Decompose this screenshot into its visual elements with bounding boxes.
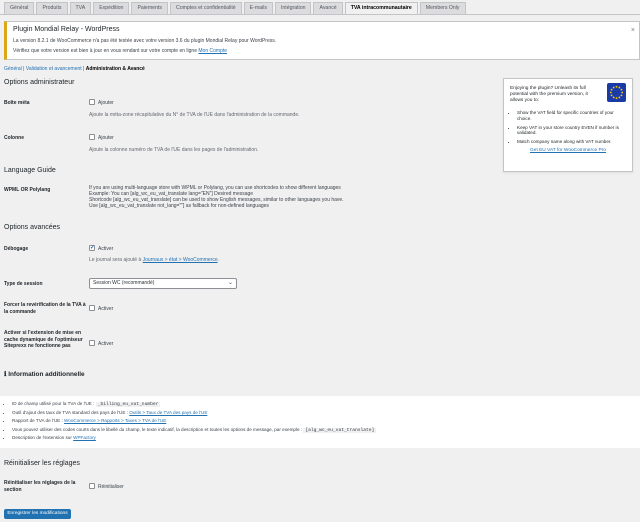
cache-option: Activer (98, 341, 114, 347)
tab-paiements[interactable]: Paiements (131, 2, 168, 14)
notice-line1: La version 8.2.1 de WooCommerce n'a pas … (13, 38, 277, 44)
forcer-label: Forcer la revérification de la TVA à la … (4, 302, 86, 315)
colonne-desc: Ajoute la colonne numéro de TVA de l'UE … (89, 147, 259, 153)
admin-options-title: Options administrateur (4, 79, 75, 86)
cache-checkbox[interactable] (89, 340, 95, 346)
wpml-text: If you are using multi-language store wi… (89, 185, 344, 209)
tab-e-mails[interactable]: E-mails (243, 2, 273, 14)
boite-meta-desc: Ajoute la méta-zone récapitulative du N°… (89, 112, 300, 118)
premium-sidebar: Enjoying the plugin? Unleash its full po… (503, 78, 633, 172)
eu-flag-icon (607, 83, 626, 102)
mon-compte-link[interactable]: Mon Compte (198, 48, 227, 54)
colonne-option: Ajouter (98, 135, 114, 141)
forcer-option: Activer (98, 306, 114, 312)
info-box: ID de champ utilisé pour la TVA de l'UE … (0, 396, 640, 448)
list-item: Description de l'extension sur WPFactory (12, 434, 376, 443)
language-guide-title: Language Guide (4, 167, 56, 174)
wpml-label: WPML OR Polylang (4, 187, 51, 193)
plugin-notice: Plugin Mondial Relay - WordPress La vers… (4, 21, 640, 60)
reset-checkbox[interactable] (89, 483, 95, 489)
tab-comptes-et-confidentialit-[interactable]: Comptes et confidentialité (169, 2, 242, 14)
tab-produits[interactable]: Produits (36, 2, 68, 14)
premium-intro: Enjoying the plugin? Unleash its full po… (510, 86, 588, 103)
chevron-down-icon: ⌄ (227, 280, 233, 286)
subnav-validation[interactable]: Validation et avancement (26, 66, 82, 72)
tabs-divider (0, 14, 640, 15)
debogage-option: Activer (98, 246, 114, 252)
vat-rates-tool-link[interactable]: Outils > Taux de TVA des pays de l'UE (129, 410, 207, 415)
debogage-desc: Le journal sera ajouté à Journaux > état… (89, 257, 219, 263)
subnav-general[interactable]: Général (4, 66, 22, 72)
boite-meta-checkbox[interactable] (89, 99, 95, 105)
session-label: Type de session (4, 281, 43, 287)
reset-label: Réinitialiser les réglages de la section (4, 480, 76, 493)
section-subnav: Général | Validation et avancement | Adm… (4, 66, 145, 72)
list-item: Match company name along with VAT number… (517, 139, 626, 145)
notice-title: Plugin Mondial Relay - WordPress (13, 26, 120, 33)
close-icon[interactable]: × (631, 27, 635, 34)
info-title: ℹ Information additionnelle (4, 371, 85, 378)
debogage-checkbox[interactable] (89, 244, 95, 251)
get-pro-link[interactable]: Get EU VAT for WooCommerce Pro (510, 148, 626, 153)
tab-int-gration[interactable]: Intégration (274, 2, 312, 14)
list-item: Show the VAT field for specific countrie… (517, 110, 626, 121)
list-item: ID de champ utilisé pour la TVA de l'UE … (12, 400, 376, 409)
tab-avanc-[interactable]: Avancé (313, 2, 343, 14)
colonne-checkbox[interactable] (89, 134, 95, 140)
list-item: Rapport de TVA de l'UE : WooCommerce > R… (12, 417, 376, 426)
boite-meta-label: Boîte méta (4, 100, 30, 106)
boite-meta-option: Ajouter (98, 100, 114, 106)
reset-title: Réinitialiser les réglages (4, 460, 80, 467)
tab-tva-intracommunautaire[interactable]: TVA intracommunautaire (344, 2, 418, 14)
reset-option: Réinitialiser (98, 484, 124, 490)
notice-line2: Vérifiez que votre version est bien à jo… (13, 48, 228, 54)
advanced-options-title: Options avancées (4, 224, 61, 231)
list-item: Vous pouvez utiliser des codes courts da… (12, 426, 377, 435)
colonne-label: Colonne (4, 135, 24, 141)
debogage-label: Débogage (4, 246, 29, 252)
forcer-checkbox[interactable] (89, 305, 95, 311)
tab-g-n-ral[interactable]: Général (4, 2, 35, 14)
list-item: Outil d'ajout des taux de TVA standard d… (12, 409, 376, 418)
save-button[interactable]: Enregistrer les modifications (4, 509, 71, 519)
settings-tabs: Général Produits TVA Expédition Paiements Com… (4, 2, 468, 14)
cache-label: Activer si l'extension de mise en cache … (4, 330, 83, 349)
vat-report-link[interactable]: WooCommerce > Rapports > Taxes > TVA de … (64, 418, 166, 423)
tab-tva[interactable]: TVA (69, 2, 92, 14)
session-select[interactable]: Session WC (recommandé) ⌄ (89, 278, 237, 289)
tab-exp-dition[interactable]: Expédition (93, 2, 130, 14)
wpfactory-link[interactable]: WPFactory (73, 435, 96, 440)
journaux-link[interactable]: Journaux > état > WooCommerce (143, 257, 218, 263)
subnav-current: Administration & Avancé (85, 66, 145, 72)
list-item: Keep VAT in your store country EVEN if n… (517, 125, 626, 136)
tab-members-only[interactable]: Members Only (419, 2, 466, 14)
